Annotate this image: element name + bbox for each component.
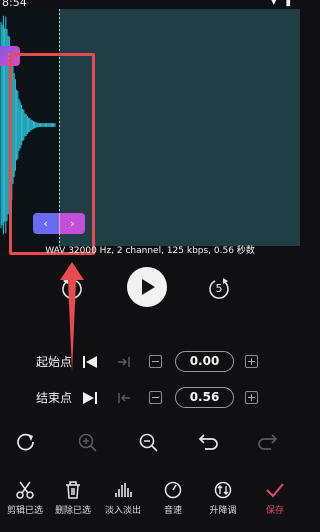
action-bar: 剪辑已选 删除已选 淡入淡出 音速 升降调 保存 — [0, 476, 300, 532]
save-label: 保存 — [265, 506, 284, 516]
delete-selection-button[interactable]: 删除已选 — [48, 476, 98, 524]
redo-icon — [258, 434, 278, 450]
save-button[interactable]: 保存 — [250, 476, 300, 524]
check-icon — [266, 483, 284, 498]
end-point-row: 结束点 − 0.56 + — [0, 386, 300, 410]
speed-button[interactable]: 音速 — [148, 476, 198, 524]
end-decrease-button[interactable]: − — [149, 391, 162, 404]
pitch-label: 升降调 — [209, 506, 237, 516]
play-icon — [142, 279, 155, 295]
start-increase-button[interactable]: + — [245, 355, 258, 368]
status-time: 8:54 — [2, 0, 27, 9]
trash-icon — [66, 481, 80, 499]
zoom-in-icon — [78, 433, 97, 452]
edit-toolbar — [0, 427, 300, 457]
trim-selection-label: 剪辑已选 — [6, 506, 43, 516]
pitch-icon — [214, 481, 232, 499]
pitch-button[interactable]: 升降调 — [198, 476, 248, 524]
start-point-row: 起始点 − 0.00 + — [0, 350, 300, 374]
play-button[interactable] — [127, 267, 167, 307]
undo-icon — [198, 434, 218, 450]
set-end-icon[interactable] — [116, 390, 132, 406]
zoom-in-button[interactable] — [75, 430, 99, 454]
speed-label: 音速 — [163, 506, 182, 516]
fade-button[interactable]: 淡入淡出 — [98, 476, 148, 524]
jump-to-start-icon[interactable] — [82, 354, 98, 370]
redo-circle-icon — [17, 433, 34, 451]
annotation-highlight-box — [9, 53, 95, 255]
transport-controls: 5 5 — [0, 254, 300, 324]
zoom-out-button[interactable] — [136, 430, 160, 454]
start-point-value[interactable]: 0.00 — [175, 351, 234, 372]
fade-icon — [115, 483, 132, 497]
end-point-value[interactable]: 0.56 — [175, 387, 234, 408]
fade-label: 淡入淡出 — [104, 506, 141, 516]
start-point-label: 起始点 — [36, 355, 73, 369]
speed-icon — [164, 481, 182, 499]
redo-button[interactable] — [256, 430, 280, 454]
end-point-label: 结束点 — [36, 391, 73, 405]
jump-to-end-icon[interactable] — [82, 390, 98, 406]
scissors-icon — [16, 481, 34, 499]
start-decrease-button[interactable]: − — [149, 355, 162, 368]
reset-button[interactable] — [14, 430, 38, 454]
rewind-button[interactable]: 5 — [57, 274, 87, 304]
undo-button[interactable] — [196, 430, 220, 454]
rewind-seconds: 5 — [68, 282, 76, 295]
end-increase-button[interactable]: + — [245, 391, 258, 404]
forward-seconds: 5 — [215, 282, 223, 295]
status-icons: ▾ ▮ — [271, 0, 294, 8]
forward-button[interactable]: 5 — [204, 274, 234, 304]
zoom-out-icon — [139, 433, 158, 452]
status-bar: 8:54 ▾ ▮ — [0, 0, 300, 9]
delete-selection-label: 删除已选 — [54, 506, 91, 516]
set-start-icon[interactable] — [116, 354, 132, 370]
trim-selection-button[interactable]: 剪辑已选 — [0, 476, 50, 524]
